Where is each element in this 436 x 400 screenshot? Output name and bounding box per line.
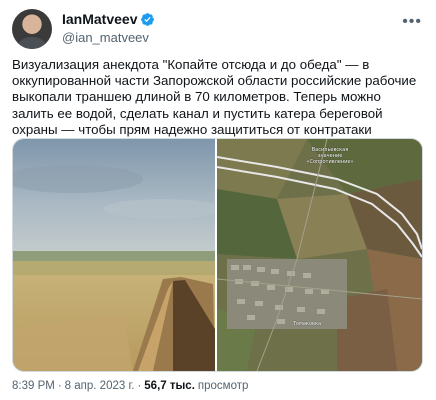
tweet-text: Визуализация анекдота "Копайте отсюда и …	[12, 57, 417, 137]
satellite-label-top: Васильевская значение «Сопротивление»	[306, 147, 354, 165]
tweet-meta: 8:39 PM · 8 апр. 2023 г. · 56,7 тыс. про…	[12, 380, 251, 392]
author-handle[interactable]: @ian_matveev	[62, 30, 149, 45]
avatar[interactable]	[12, 9, 52, 49]
author-name-row: IanMatveev	[62, 11, 155, 27]
verified-badge-icon	[140, 12, 155, 27]
meta-separator: ·	[137, 380, 142, 392]
satellite-label-town: Томаковка	[292, 321, 322, 327]
satellite-image[interactable]: Васильевская значение «Сопротивление» То…	[215, 139, 422, 371]
views-count[interactable]: 56,7 тыс.	[144, 380, 195, 392]
author-display-name[interactable]: IanMatveev	[62, 11, 137, 27]
tweet-time[interactable]: 8:39 PM	[12, 380, 55, 392]
tweet-date[interactable]: 8 апр. 2023 г.	[65, 380, 135, 392]
more-icon[interactable]: •••	[402, 14, 422, 30]
meta-separator: ·	[57, 380, 62, 392]
tweet-card: IanMatveev @ian_matveev ••• Визуализация…	[0, 0, 436, 400]
tweet-media[interactable]: Васильевская значение «Сопротивление» То…	[12, 138, 423, 372]
views-label: просмотр	[197, 380, 249, 392]
trench-photo[interactable]	[13, 139, 215, 371]
